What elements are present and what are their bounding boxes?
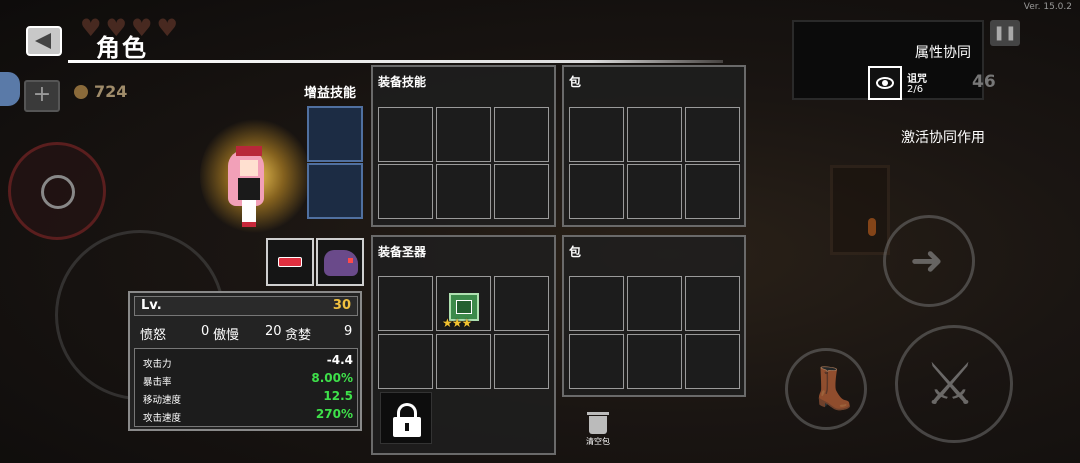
level-row: Lv. 30: [134, 296, 358, 316]
clear-bag-button[interactable]: 清空包: [584, 412, 612, 447]
coin-counter: 724: [74, 82, 127, 101]
skill-slot[interactable]: [378, 164, 433, 219]
level-value: 30: [332, 298, 351, 313]
bag-slot[interactable]: [569, 107, 624, 162]
bag-slot[interactable]: [685, 276, 740, 331]
bag-slot[interactable]: [685, 334, 740, 389]
level-label: Lv.: [141, 298, 162, 313]
bag-title: 包: [569, 245, 582, 259]
bag-slot[interactable]: [685, 107, 740, 162]
bonus-skill-slot[interactable]: [307, 106, 363, 162]
back-arrow-icon: [35, 33, 51, 49]
curse-value-greed: 9: [344, 324, 353, 339]
dash-button[interactable]: ➜: [883, 215, 975, 307]
curse-value-wrath: 0: [201, 324, 210, 339]
dungeon-door: [830, 165, 890, 255]
bag-slot[interactable]: [627, 334, 682, 389]
winged-boot-icon: 👢: [808, 366, 858, 412]
pause-button[interactable]: ❚❚: [990, 20, 1020, 46]
synergy-count: 2/6: [907, 84, 924, 95]
bag-slot[interactable]: [627, 276, 682, 331]
bag-slot[interactable]: [569, 164, 624, 219]
skill-slot[interactable]: [436, 107, 491, 162]
pet-slot[interactable]: [316, 238, 364, 286]
curse-label-greed: 贪婪: [285, 328, 312, 343]
coin-count: 724: [94, 82, 128, 101]
relic-slot[interactable]: [494, 334, 549, 389]
curse-label-wrath: 愤怒: [140, 328, 167, 343]
relic-slot[interactable]: [494, 276, 549, 331]
add-button[interactable]: +: [24, 80, 60, 112]
stats-panel: Lv. 30 愤怒 0 傲慢 20 贪婪 9 攻击力 -4.4 暴击率 8.00…: [128, 291, 362, 431]
bag-title: 包: [569, 75, 582, 89]
coin-icon: [74, 84, 88, 99]
side-avatar-icon: [0, 72, 20, 106]
bonus-skill-slot[interactable]: [307, 163, 363, 219]
equip-skill-title: 装备技能: [378, 75, 427, 89]
skill-slot[interactable]: [494, 107, 549, 162]
relic-slot[interactable]: [378, 334, 433, 389]
gem-count: 46: [972, 72, 996, 92]
activate-synergy-button[interactable]: 激活协同作用: [901, 127, 985, 147]
curse-value-pride: 20: [265, 324, 282, 339]
page-title: 角色: [96, 34, 148, 62]
torch-icon: [868, 218, 876, 236]
back-button[interactable]: [26, 26, 62, 56]
capsule-weapon-icon: [278, 257, 302, 267]
skill-slot[interactable]: [494, 164, 549, 219]
beast-pet-icon: [324, 250, 358, 276]
weapon-slot[interactable]: [266, 238, 314, 286]
skill-button[interactable]: 👢: [785, 348, 867, 430]
relic-slot[interactable]: [436, 334, 491, 389]
bag-slot[interactable]: [627, 107, 682, 162]
move-joystick-small[interactable]: [8, 142, 106, 240]
sword-icon: ⚔: [924, 350, 976, 418]
bag-slot[interactable]: [685, 164, 740, 219]
equip-relic-title: 装备圣器: [378, 245, 427, 259]
attribute-box: 攻击力 -4.4 暴击率 8.00% 移动速度 12.5 攻击速度 270%: [134, 348, 358, 427]
bag-slot[interactable]: [569, 276, 624, 331]
version-label: Ver. 15.0.2: [1023, 2, 1072, 12]
synergy-name: 诅咒: [907, 74, 927, 85]
dash-arrow-icon: ➜: [910, 238, 944, 284]
bag-slot[interactable]: [627, 164, 682, 219]
locked-slot[interactable]: [380, 392, 432, 444]
curse-label-pride: 傲慢: [213, 328, 240, 343]
clear-bag-label: 清空包: [586, 437, 610, 446]
title-divider: [68, 60, 723, 63]
eye-icon[interactable]: [868, 66, 902, 100]
skill-slot[interactable]: [378, 107, 433, 162]
relic-slot[interactable]: [378, 276, 433, 331]
attack-button[interactable]: ⚔: [895, 325, 1013, 443]
trash-icon: [587, 412, 609, 415]
bag-slot[interactable]: [569, 334, 624, 389]
synergy-title: 属性协同: [915, 45, 971, 61]
heart-icon: ♥: [156, 14, 179, 42]
skill-slot[interactable]: [436, 164, 491, 219]
star-rating-icon: ★★★: [442, 316, 472, 330]
bonus-skill-label: 增益技能: [304, 86, 357, 101]
